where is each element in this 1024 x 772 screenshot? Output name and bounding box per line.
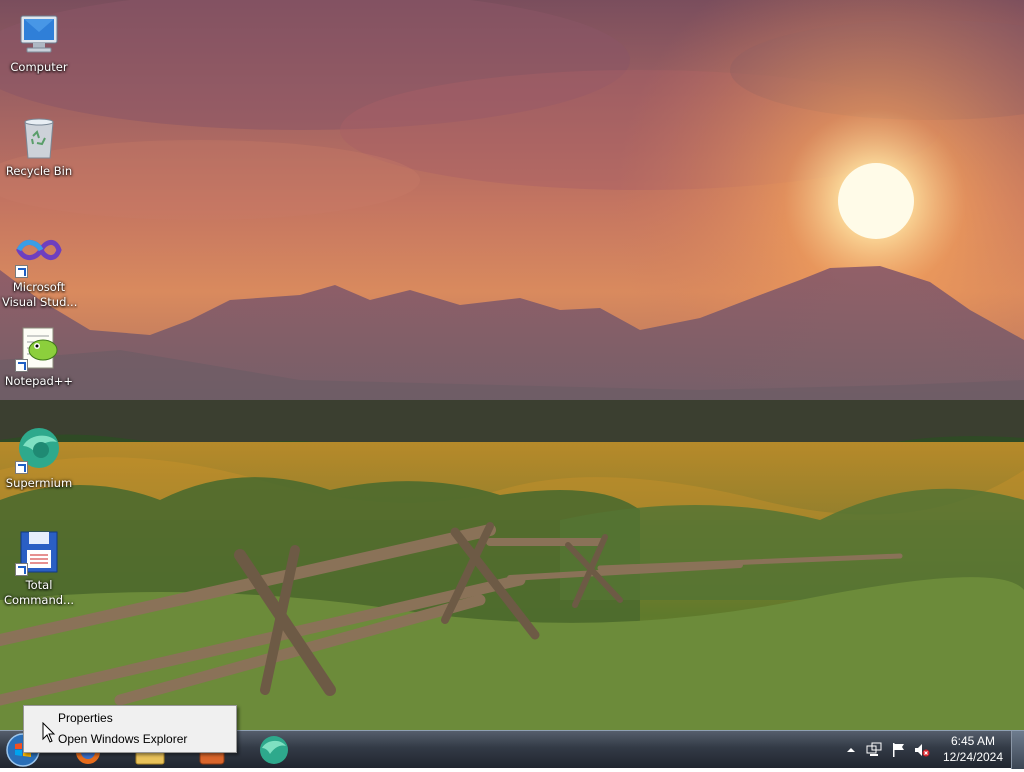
- action-center-flag-icon[interactable]: [891, 742, 907, 758]
- show-hidden-icons-icon[interactable]: [843, 742, 859, 758]
- supermium-icon: [260, 736, 288, 764]
- network-icon[interactable]: [866, 742, 882, 758]
- desktop-icon-label: Microsoft: [12, 280, 66, 294]
- arrow-cursor-icon: [42, 722, 56, 743]
- show-desktop-button[interactable]: [1011, 731, 1024, 769]
- menu-item-properties[interactable]: Properties: [26, 708, 234, 729]
- wallpaper-landscape: [0, 0, 1024, 730]
- desktop-icon-label: Recycle Bin: [5, 164, 73, 178]
- desktop-icon-notepad-plus-plus[interactable]: Notepad++: [0, 318, 78, 389]
- desktop-icon-label: Command...: [3, 593, 75, 607]
- notepad-plus-plus-icon: [15, 324, 63, 372]
- recycle-bin-icon: [15, 114, 63, 162]
- clock-date: 12/24/2024: [942, 750, 1004, 764]
- desktop-icon-computer[interactable]: Computer: [0, 4, 78, 75]
- desktop-icon-total-commander[interactable]: Total Command...: [0, 522, 78, 608]
- desktop-icon-label: Computer: [10, 60, 68, 74]
- shortcut-arrow-icon: [15, 265, 28, 278]
- taskbar-pinned-supermium[interactable]: [246, 732, 302, 768]
- clock-time: 6:45 AM: [950, 734, 996, 748]
- desktop-wallpaper[interactable]: [0, 0, 1024, 730]
- computer-icon: [15, 10, 63, 58]
- supermium-icon: [15, 426, 63, 474]
- desktop-icon-supermium[interactable]: Supermium: [0, 420, 78, 491]
- total-commander-icon: [15, 528, 63, 576]
- desktop-icon-label: Total: [25, 578, 53, 592]
- desktop-icon-label: Notepad++: [4, 374, 74, 388]
- desktop-icon-label: Visual Stud...: [2, 295, 78, 309]
- system-clock[interactable]: 6:45 AM 12/24/2024: [934, 733, 1012, 765]
- menu-item-open-windows-explorer[interactable]: Open Windows Explorer: [26, 729, 234, 750]
- desktop-icon-recycle-bin[interactable]: Recycle Bin: [0, 108, 78, 179]
- shortcut-arrow-icon: [15, 563, 28, 576]
- shortcut-arrow-icon: [15, 461, 28, 474]
- desktop-icon-label: Supermium: [5, 476, 73, 490]
- visual-studio-icon: [15, 230, 63, 278]
- shortcut-arrow-icon: [15, 359, 28, 372]
- volume-muted-icon[interactable]: [914, 742, 930, 758]
- desktop-icon-visual-studio[interactable]: Microsoft Visual Stud...: [0, 224, 78, 310]
